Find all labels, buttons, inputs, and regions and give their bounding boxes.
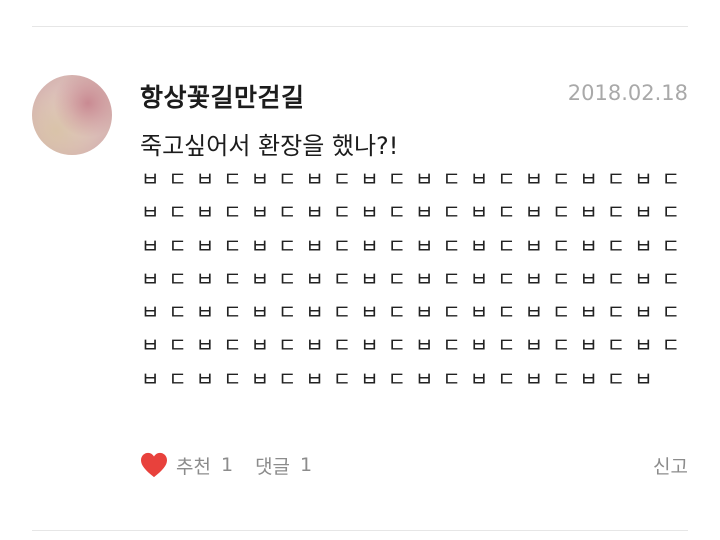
avatar[interactable]: [32, 75, 112, 155]
post-title: 죽고싶어서 환장을 했나?!: [140, 132, 399, 160]
like-label[interactable]: 추천: [176, 452, 211, 479]
comment-count: 1: [300, 454, 313, 476]
post-actions: 추천 1 댓글 1: [140, 450, 312, 480]
author-name[interactable]: 항상꽃길만걷길: [140, 78, 305, 114]
comment-button[interactable]: 댓글: [255, 452, 290, 479]
report-button[interactable]: 신고: [653, 452, 688, 479]
like-count: 1: [220, 454, 234, 476]
post-body: ㅂㄷㅂㄷㅂㄷㅂㄷㅂㄷㅂㄷㅂㄷㅂㄷㅂㄷㅂㄷㅂㄷㅂㄷㅂㄷㅂㄷㅂㄷㅂㄷㅂㄷㅂㄷㅂㄷㅂㄷ…: [141, 167, 689, 391]
top-divider: [32, 26, 688, 27]
post-date: 2018.02.18: [567, 81, 688, 105]
heart-icon[interactable]: [140, 452, 168, 478]
bottom-divider: [32, 530, 688, 531]
